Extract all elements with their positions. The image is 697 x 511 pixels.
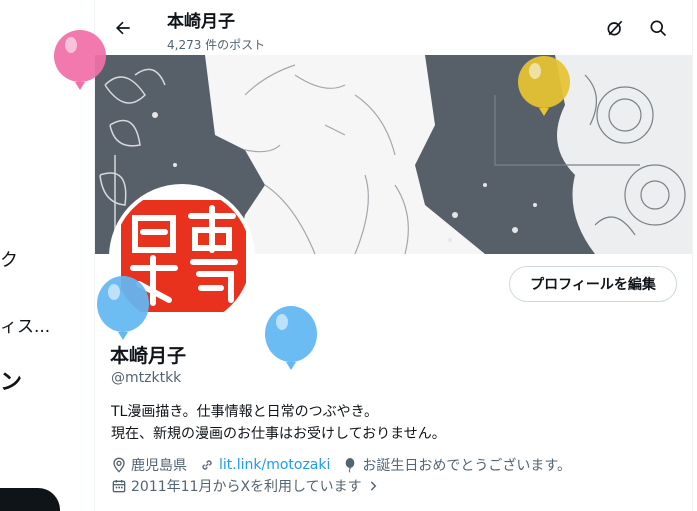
- search-button[interactable]: [644, 14, 672, 42]
- column-divider: [692, 0, 693, 511]
- sidebar-fragment[interactable]: ク: [0, 246, 18, 272]
- website-link[interactable]: lit.link/motozaki: [219, 457, 330, 473]
- sidebar-fragment[interactable]: ィス...: [0, 312, 50, 337]
- balloon-yellow: [518, 56, 570, 116]
- search-icon: [650, 20, 667, 37]
- profile-header: 本崎月子 4,273 件のポスト: [95, 0, 692, 55]
- website-item[interactable]: lit.link/motozaki: [199, 457, 330, 473]
- joined-row[interactable]: 2011年11月からXを利用しています: [111, 476, 396, 496]
- bio-line: 現在、新規の漫画のお仕事はお受けしておりません。: [111, 426, 446, 442]
- edit-profile-button[interactable]: プロフィールを編集: [509, 266, 677, 302]
- header-title: 本崎月子: [167, 12, 235, 32]
- joined-text: 2011年11月からXを利用しています: [131, 479, 362, 495]
- post-button[interactable]: [0, 488, 60, 511]
- chevron-right-icon: [370, 481, 376, 491]
- arrow-left-icon: [116, 21, 130, 35]
- birthday-text: お誕生日おめでとうございます。: [362, 458, 571, 474]
- balloon-blue: [97, 276, 149, 340]
- profile-handle: @mtzktkk: [111, 370, 182, 386]
- profile-bio: TL漫画描き。仕事情報と日常のつぶやき。 現在、新規の漫画のお仕事はお受けしてお…: [111, 401, 446, 445]
- link-icon: [202, 460, 212, 470]
- location-text: 鹿児島県: [131, 458, 187, 474]
- location-item: 鹿児島県: [111, 455, 187, 475]
- grok-button[interactable]: [601, 14, 629, 42]
- balloon-blue: [265, 306, 317, 370]
- balloon-pink: [54, 30, 106, 90]
- grok-icon: [607, 20, 623, 36]
- profile-meta: 鹿児島県 lit.link/motozaki お誕生日おめでとうございます。: [111, 455, 583, 475]
- calendar-icon: [112, 480, 126, 493]
- birthday-item: お誕生日おめでとうございます。: [342, 455, 571, 475]
- joined-item[interactable]: 2011年11月からXを利用しています: [111, 476, 384, 496]
- bio-line: TL漫画描き。仕事情報と日常のつぶやき。: [111, 404, 378, 420]
- back-button[interactable]: [107, 12, 139, 44]
- post-count: 4,273 件のポスト: [167, 38, 266, 52]
- balloon-icon: [346, 458, 355, 473]
- sidebar-fragment[interactable]: ン: [0, 364, 22, 396]
- location-pin-icon: [113, 457, 125, 473]
